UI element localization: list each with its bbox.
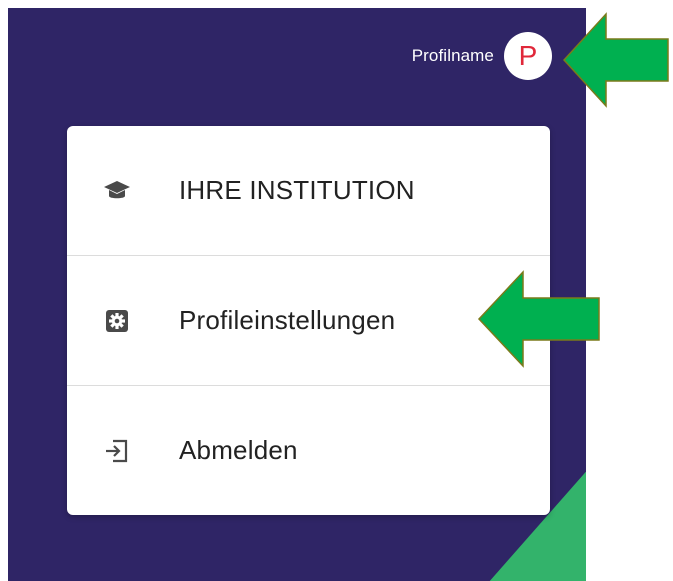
avatar-initial: P [518, 40, 538, 71]
avatar[interactable]: P [504, 32, 552, 80]
menu-item-label: IHRE INSTITUTION [179, 175, 415, 205]
arrow-pointing-at-profile-settings [477, 270, 601, 368]
arrow-pointing-at-avatar [562, 12, 670, 108]
profile-menu-toggle[interactable]: Profilname P [412, 32, 552, 80]
menu-item-logout[interactable]: Abmelden [67, 385, 550, 515]
screenshot-stage: Profilname P IHRE INSTITUTION Profileins… [0, 0, 673, 581]
menu-item-institution[interactable]: IHRE INSTITUTION [67, 126, 550, 255]
profile-name: Profilname [411, 46, 494, 65]
gear-icon [103, 307, 131, 335]
logout-icon [103, 437, 131, 465]
menu-item-label: Abmelden [179, 435, 298, 465]
graduation-cap-icon [103, 177, 131, 205]
menu-item-label: Profileinstellungen [179, 305, 396, 335]
